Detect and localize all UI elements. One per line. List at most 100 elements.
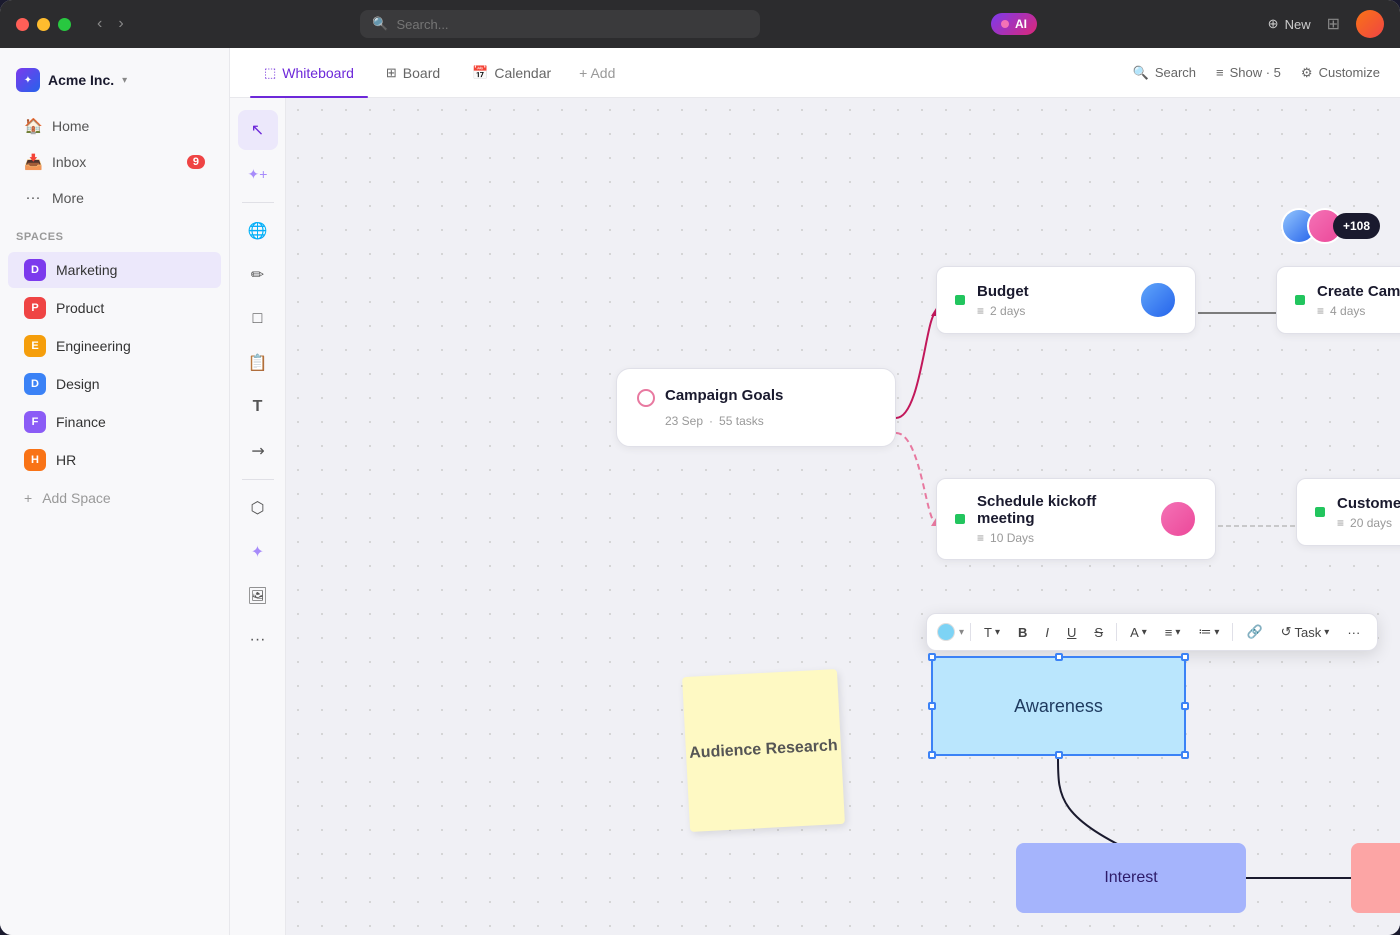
fullscreen-button[interactable] <box>58 18 71 31</box>
sel-handle-tl[interactable] <box>928 653 936 661</box>
tool-image[interactable]: 🖼 <box>238 576 278 616</box>
awareness-box[interactable]: Awareness <box>931 656 1186 756</box>
sel-handle-tc[interactable] <box>1055 653 1063 661</box>
customer-beta-card[interactable]: Customer Beta ≡ 20 days <box>1296 478 1400 546</box>
schedule-kickoff-card[interactable]: Schedule kickoff meeting ≡ 10 Days <box>936 478 1216 560</box>
sel-handle-bc[interactable] <box>1055 751 1063 759</box>
search-nav-item[interactable]: 🔍 Search <box>1133 65 1196 81</box>
sidebar-item-design[interactable]: D Design <box>8 366 221 402</box>
tool-cursor[interactable]: ↖ <box>238 110 278 150</box>
fmt-more-btn[interactable]: ··· <box>1340 621 1367 644</box>
more-options-icon: ··· <box>1347 625 1360 640</box>
fmt-underline-btn[interactable]: U <box>1060 621 1083 644</box>
add-space-button[interactable]: + Add Space <box>8 483 221 513</box>
budget-card[interactable]: Budget ≡ 2 days <box>936 266 1196 334</box>
ai-badge[interactable]: AI <box>991 13 1037 35</box>
tool-note[interactable]: 📋 <box>238 343 278 383</box>
sel-handle-tr[interactable] <box>1181 653 1189 661</box>
list-icon4: ≡ <box>1337 516 1344 530</box>
fmt-text-icon: T <box>984 625 992 640</box>
sidebar-item-engineering[interactable]: E Engineering <box>8 328 221 364</box>
color-chevron: ▾ <box>959 627 964 638</box>
create-campaign-subtitle: ≡ 4 days <box>1317 304 1400 318</box>
show-nav-item[interactable]: ≡ Show · 5 <box>1216 65 1281 80</box>
add-tab-button[interactable]: + Add <box>569 59 625 87</box>
window-controls <box>16 18 71 31</box>
tool-sparkle[interactable]: ✦ <box>238 532 278 572</box>
minimize-button[interactable] <box>37 18 50 31</box>
fmt-list-btn[interactable]: ≔▾ <box>1191 620 1226 644</box>
sel-handle-ml[interactable] <box>928 702 936 710</box>
tool-globe[interactable]: 🌐 <box>238 211 278 251</box>
back-arrow[interactable]: ‹ <box>91 13 108 35</box>
sidebar-item-inbox[interactable]: 📥 Inbox 9 <box>8 145 221 179</box>
fmt-font-color-btn[interactable]: A▾ <box>1123 621 1154 644</box>
color-circle <box>937 623 955 641</box>
tab-whiteboard[interactable]: ⬚ Whiteboard <box>250 57 368 89</box>
sticky-note-audience[interactable]: Audience Research <box>682 669 845 832</box>
left-toolbar: ↖ ✦+ 🌐 ✏ □ 📋 T ↗ ⬡ ✦ 🖼 ··· <box>230 98 286 935</box>
user-avatar[interactable] <box>1356 10 1384 38</box>
tool-more[interactable]: ··· <box>238 620 278 660</box>
interest-box[interactable]: Interest <box>1016 843 1246 913</box>
top-nav: ⬚ Whiteboard ⊞ Board 📅 Calendar + Add 🔍 <box>230 48 1400 98</box>
sidebar-item-finance[interactable]: F Finance <box>8 404 221 440</box>
tab-board[interactable]: ⊞ Board <box>372 57 454 89</box>
grid-icon[interactable]: ⊞ <box>1327 14 1340 34</box>
color-picker-btn[interactable]: ▾ <box>937 623 964 641</box>
sidebar-item-more[interactable]: ··· More <box>8 181 221 214</box>
fmt-bold-btn[interactable]: B <box>1011 621 1034 644</box>
budget-status-dot <box>955 295 965 305</box>
tool-ai[interactable]: ✦+ <box>238 154 278 194</box>
tab-whiteboard-label: Whiteboard <box>282 65 354 81</box>
fmt-link-btn[interactable]: 🔗 <box>1239 620 1269 644</box>
close-button[interactable] <box>16 18 29 31</box>
fmt-strike-btn[interactable]: S <box>1087 621 1110 644</box>
sel-handle-mr[interactable] <box>1181 702 1189 710</box>
campaign-goals-subtitle: 23 Sep · 55 tasks <box>665 414 875 428</box>
customer-beta-title: Customer Beta <box>1337 495 1400 512</box>
sidebar-item-home[interactable]: 🏠 Home <box>8 109 221 143</box>
sidebar-item-product[interactable]: P Product <box>8 290 221 326</box>
awareness-text: Awareness <box>1014 696 1103 717</box>
sidebar-item-inbox-label: Inbox <box>52 154 86 170</box>
global-search-input[interactable] <box>397 17 749 32</box>
fmt-text-type-btn[interactable]: T▾ <box>977 621 1007 644</box>
tool-rect[interactable]: □ <box>238 299 278 339</box>
add-tab-label: + Add <box>579 65 615 81</box>
schedule-content: Schedule kickoff meeting ≡ 10 Days <box>977 493 1147 545</box>
fmt-italic-btn[interactable]: I <box>1038 621 1056 644</box>
interest-text: Interest <box>1104 869 1157 887</box>
sel-handle-bl[interactable] <box>928 751 936 759</box>
list-icon: ≡ <box>977 304 984 318</box>
fmt-task-btn[interactable]: ↺ Task▾ <box>1274 620 1337 644</box>
campaign-goals-card[interactable]: Campaign Goals 23 Sep · 55 tasks <box>616 368 896 447</box>
global-search-bar[interactable]: 🔍 <box>360 10 760 38</box>
fmt-sep-3 <box>1232 623 1233 641</box>
sidebar: ✦ Acme Inc. ▾ 🏠 Home 📥 Inbox 9 ··· More … <box>0 48 230 935</box>
decision-box[interactable]: Decision <box>1351 843 1400 913</box>
sel-handle-br[interactable] <box>1181 751 1189 759</box>
create-campaign-card[interactable]: Create Campaign ≡ 4 days <box>1276 266 1400 334</box>
tab-calendar[interactable]: 📅 Calendar <box>458 57 565 89</box>
tool-network[interactable]: ⬡ <box>238 488 278 528</box>
new-button[interactable]: ⊕ New <box>1268 16 1311 32</box>
tab-calendar-label: Calendar <box>494 65 551 81</box>
tool-text[interactable]: T <box>238 387 278 427</box>
customize-nav-item[interactable]: ⚙ Customize <box>1301 65 1380 81</box>
fmt-text-chevron: ▾ <box>995 627 1000 638</box>
fmt-align-btn[interactable]: ≡▾ <box>1158 621 1188 644</box>
list-icon2: ≡ <box>1317 304 1324 318</box>
workspace-header[interactable]: ✦ Acme Inc. ▾ <box>0 60 229 108</box>
canvas[interactable]: +108 <box>286 98 1400 935</box>
sidebar-item-hr[interactable]: H HR <box>8 442 221 478</box>
search-nav-label: Search <box>1155 65 1196 80</box>
tool-connector[interactable]: ↗ <box>230 423 286 480</box>
app-window: ‹ › 🔍 AI ⊕ New ⊞ ✦ Acme Inc. ▾ <box>0 0 1400 935</box>
task-icon: ↺ <box>1281 624 1292 640</box>
tool-separator-1 <box>242 202 274 203</box>
tool-pen[interactable]: ✏ <box>238 255 278 295</box>
forward-arrow[interactable]: › <box>112 13 129 35</box>
sidebar-item-marketing[interactable]: D Marketing <box>8 252 221 288</box>
align-icon: ≡ <box>1165 625 1173 640</box>
